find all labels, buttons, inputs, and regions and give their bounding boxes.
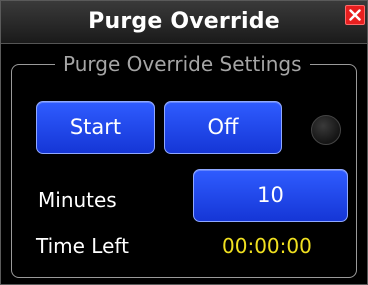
time-left-label: Time Left — [36, 234, 129, 258]
status-indicator-light — [311, 115, 341, 145]
close-icon — [349, 9, 361, 21]
time-left-value: 00:00:00 — [222, 234, 312, 258]
minutes-label: Minutes — [38, 188, 117, 212]
close-button[interactable] — [345, 5, 365, 25]
title-bar[interactable]: Purge Override — [1, 1, 367, 44]
minutes-value-button[interactable]: 10 — [193, 169, 348, 222]
off-button[interactable]: Off — [164, 101, 282, 154]
settings-group-legend: Purge Override Settings — [55, 50, 310, 78]
window-title: Purge Override — [88, 9, 280, 34]
start-button[interactable]: Start — [36, 101, 155, 154]
